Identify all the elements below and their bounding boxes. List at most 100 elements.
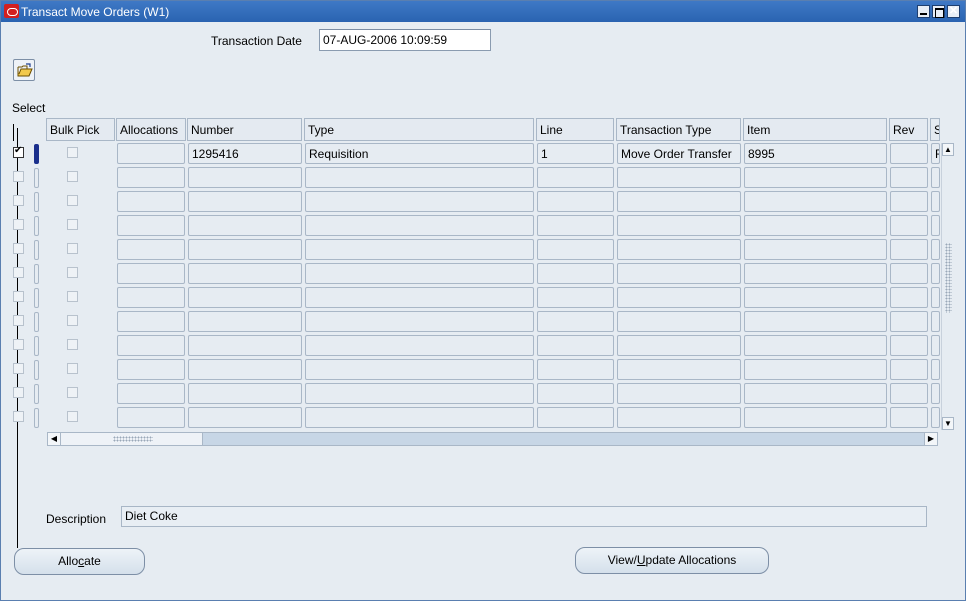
- item-cell[interactable]: [744, 287, 887, 308]
- bulk-pick-checkbox[interactable]: [67, 315, 78, 326]
- transaction-date-field[interactable]: 07-AUG-2006 10:09:59: [319, 29, 491, 51]
- number-cell[interactable]: [188, 311, 302, 332]
- item-cell[interactable]: [744, 335, 887, 356]
- allocations-cell[interactable]: [117, 335, 185, 356]
- type-cell[interactable]: [305, 311, 534, 332]
- type-cell[interactable]: [305, 335, 534, 356]
- item-cell[interactable]: [744, 407, 887, 428]
- bulk-pick-checkbox[interactable]: [67, 243, 78, 254]
- line-cell[interactable]: [537, 239, 614, 260]
- type-cell[interactable]: [305, 287, 534, 308]
- line-cell[interactable]: [537, 311, 614, 332]
- allocations-cell[interactable]: [117, 359, 185, 380]
- scroll-down-arrow-icon[interactable]: ▼: [942, 417, 954, 430]
- row-select-checkbox[interactable]: [13, 315, 24, 326]
- type-cell[interactable]: Requisition: [305, 143, 534, 164]
- transaction-type-cell[interactable]: Move Order Transfer: [617, 143, 741, 164]
- item-cell[interactable]: [744, 383, 887, 404]
- type-cell[interactable]: [305, 167, 534, 188]
- column-header-line[interactable]: Line: [536, 118, 614, 141]
- s-cell[interactable]: [931, 191, 940, 212]
- row-select-checkbox[interactable]: [13, 243, 24, 254]
- column-header-rev[interactable]: Rev: [889, 118, 928, 141]
- record-indicator[interactable]: [34, 168, 39, 188]
- bulk-pick-checkbox[interactable]: [67, 147, 78, 158]
- s-cell[interactable]: [931, 263, 940, 284]
- column-header-s[interactable]: S: [930, 118, 940, 141]
- transaction-type-cell[interactable]: [617, 215, 741, 236]
- record-indicator[interactable]: [34, 360, 39, 380]
- s-cell[interactable]: [931, 167, 940, 188]
- allocations-cell[interactable]: [117, 191, 185, 212]
- record-indicator[interactable]: [34, 192, 39, 212]
- bulk-pick-checkbox[interactable]: [67, 291, 78, 302]
- item-cell[interactable]: [744, 263, 887, 284]
- row-select-checkbox[interactable]: [13, 363, 24, 374]
- s-cell[interactable]: [931, 383, 940, 404]
- column-header-transaction-type[interactable]: Transaction Type: [616, 118, 741, 141]
- s-cell[interactable]: [931, 239, 940, 260]
- type-cell[interactable]: [305, 383, 534, 404]
- transaction-type-cell[interactable]: [617, 383, 741, 404]
- record-indicator[interactable]: [34, 264, 39, 284]
- line-cell[interactable]: [537, 287, 614, 308]
- record-indicator[interactable]: [34, 288, 39, 308]
- number-cell[interactable]: [188, 239, 302, 260]
- type-cell[interactable]: [305, 407, 534, 428]
- number-cell[interactable]: [188, 191, 302, 212]
- type-cell[interactable]: [305, 215, 534, 236]
- allocations-cell[interactable]: [117, 311, 185, 332]
- record-indicator[interactable]: [34, 408, 39, 428]
- bulk-pick-checkbox[interactable]: [67, 171, 78, 182]
- bulk-pick-checkbox[interactable]: [67, 267, 78, 278]
- column-header-type[interactable]: Type: [304, 118, 534, 141]
- allocations-cell[interactable]: [117, 143, 185, 164]
- allocations-cell[interactable]: [117, 287, 185, 308]
- allocate-button[interactable]: Allocate: [14, 548, 145, 575]
- scroll-up-arrow-icon[interactable]: ▲: [942, 143, 954, 156]
- scroll-left-arrow-icon[interactable]: ◀: [48, 433, 61, 445]
- row-select-checkbox[interactable]: [13, 411, 24, 422]
- item-cell[interactable]: [744, 359, 887, 380]
- line-cell[interactable]: 1: [537, 143, 614, 164]
- transaction-type-cell[interactable]: [617, 359, 741, 380]
- rev-cell[interactable]: [890, 383, 928, 404]
- rev-cell[interactable]: [890, 335, 928, 356]
- rev-cell[interactable]: [890, 167, 928, 188]
- row-select-checkbox[interactable]: [13, 195, 24, 206]
- column-header-allocations[interactable]: Allocations: [116, 118, 186, 141]
- current-record-indicator[interactable]: [34, 144, 39, 164]
- number-cell[interactable]: [188, 335, 302, 356]
- type-cell[interactable]: [305, 359, 534, 380]
- line-cell[interactable]: [537, 263, 614, 284]
- number-cell[interactable]: [188, 359, 302, 380]
- number-cell[interactable]: 1295416: [188, 143, 302, 164]
- rev-cell[interactable]: [890, 359, 928, 380]
- record-indicator[interactable]: [34, 312, 39, 332]
- s-cell[interactable]: [931, 407, 940, 428]
- line-cell[interactable]: [537, 167, 614, 188]
- type-cell[interactable]: [305, 191, 534, 212]
- allocations-cell[interactable]: [117, 239, 185, 260]
- transaction-type-cell[interactable]: [617, 287, 741, 308]
- number-cell[interactable]: [188, 167, 302, 188]
- record-indicator[interactable]: [34, 336, 39, 356]
- transaction-type-cell[interactable]: [617, 407, 741, 428]
- record-indicator[interactable]: [34, 216, 39, 236]
- column-header-bulk-pick[interactable]: Bulk Pick: [46, 118, 115, 141]
- transaction-type-cell[interactable]: [617, 239, 741, 260]
- close-button[interactable]: ✕: [947, 5, 960, 18]
- allocations-cell[interactable]: [117, 383, 185, 404]
- bulk-pick-checkbox[interactable]: [67, 387, 78, 398]
- rev-cell[interactable]: [890, 239, 928, 260]
- transaction-type-cell[interactable]: [617, 335, 741, 356]
- row-select-checkbox[interactable]: [13, 267, 24, 278]
- description-field[interactable]: Diet Coke: [121, 506, 927, 527]
- bulk-pick-checkbox[interactable]: [67, 219, 78, 230]
- item-cell[interactable]: [744, 167, 887, 188]
- view-update-allocations-button[interactable]: View/Update Allocations: [575, 547, 769, 574]
- transaction-type-cell[interactable]: [617, 263, 741, 284]
- row-select-checkbox[interactable]: [13, 339, 24, 350]
- bulk-pick-checkbox[interactable]: [67, 339, 78, 350]
- bulk-pick-checkbox[interactable]: [67, 411, 78, 422]
